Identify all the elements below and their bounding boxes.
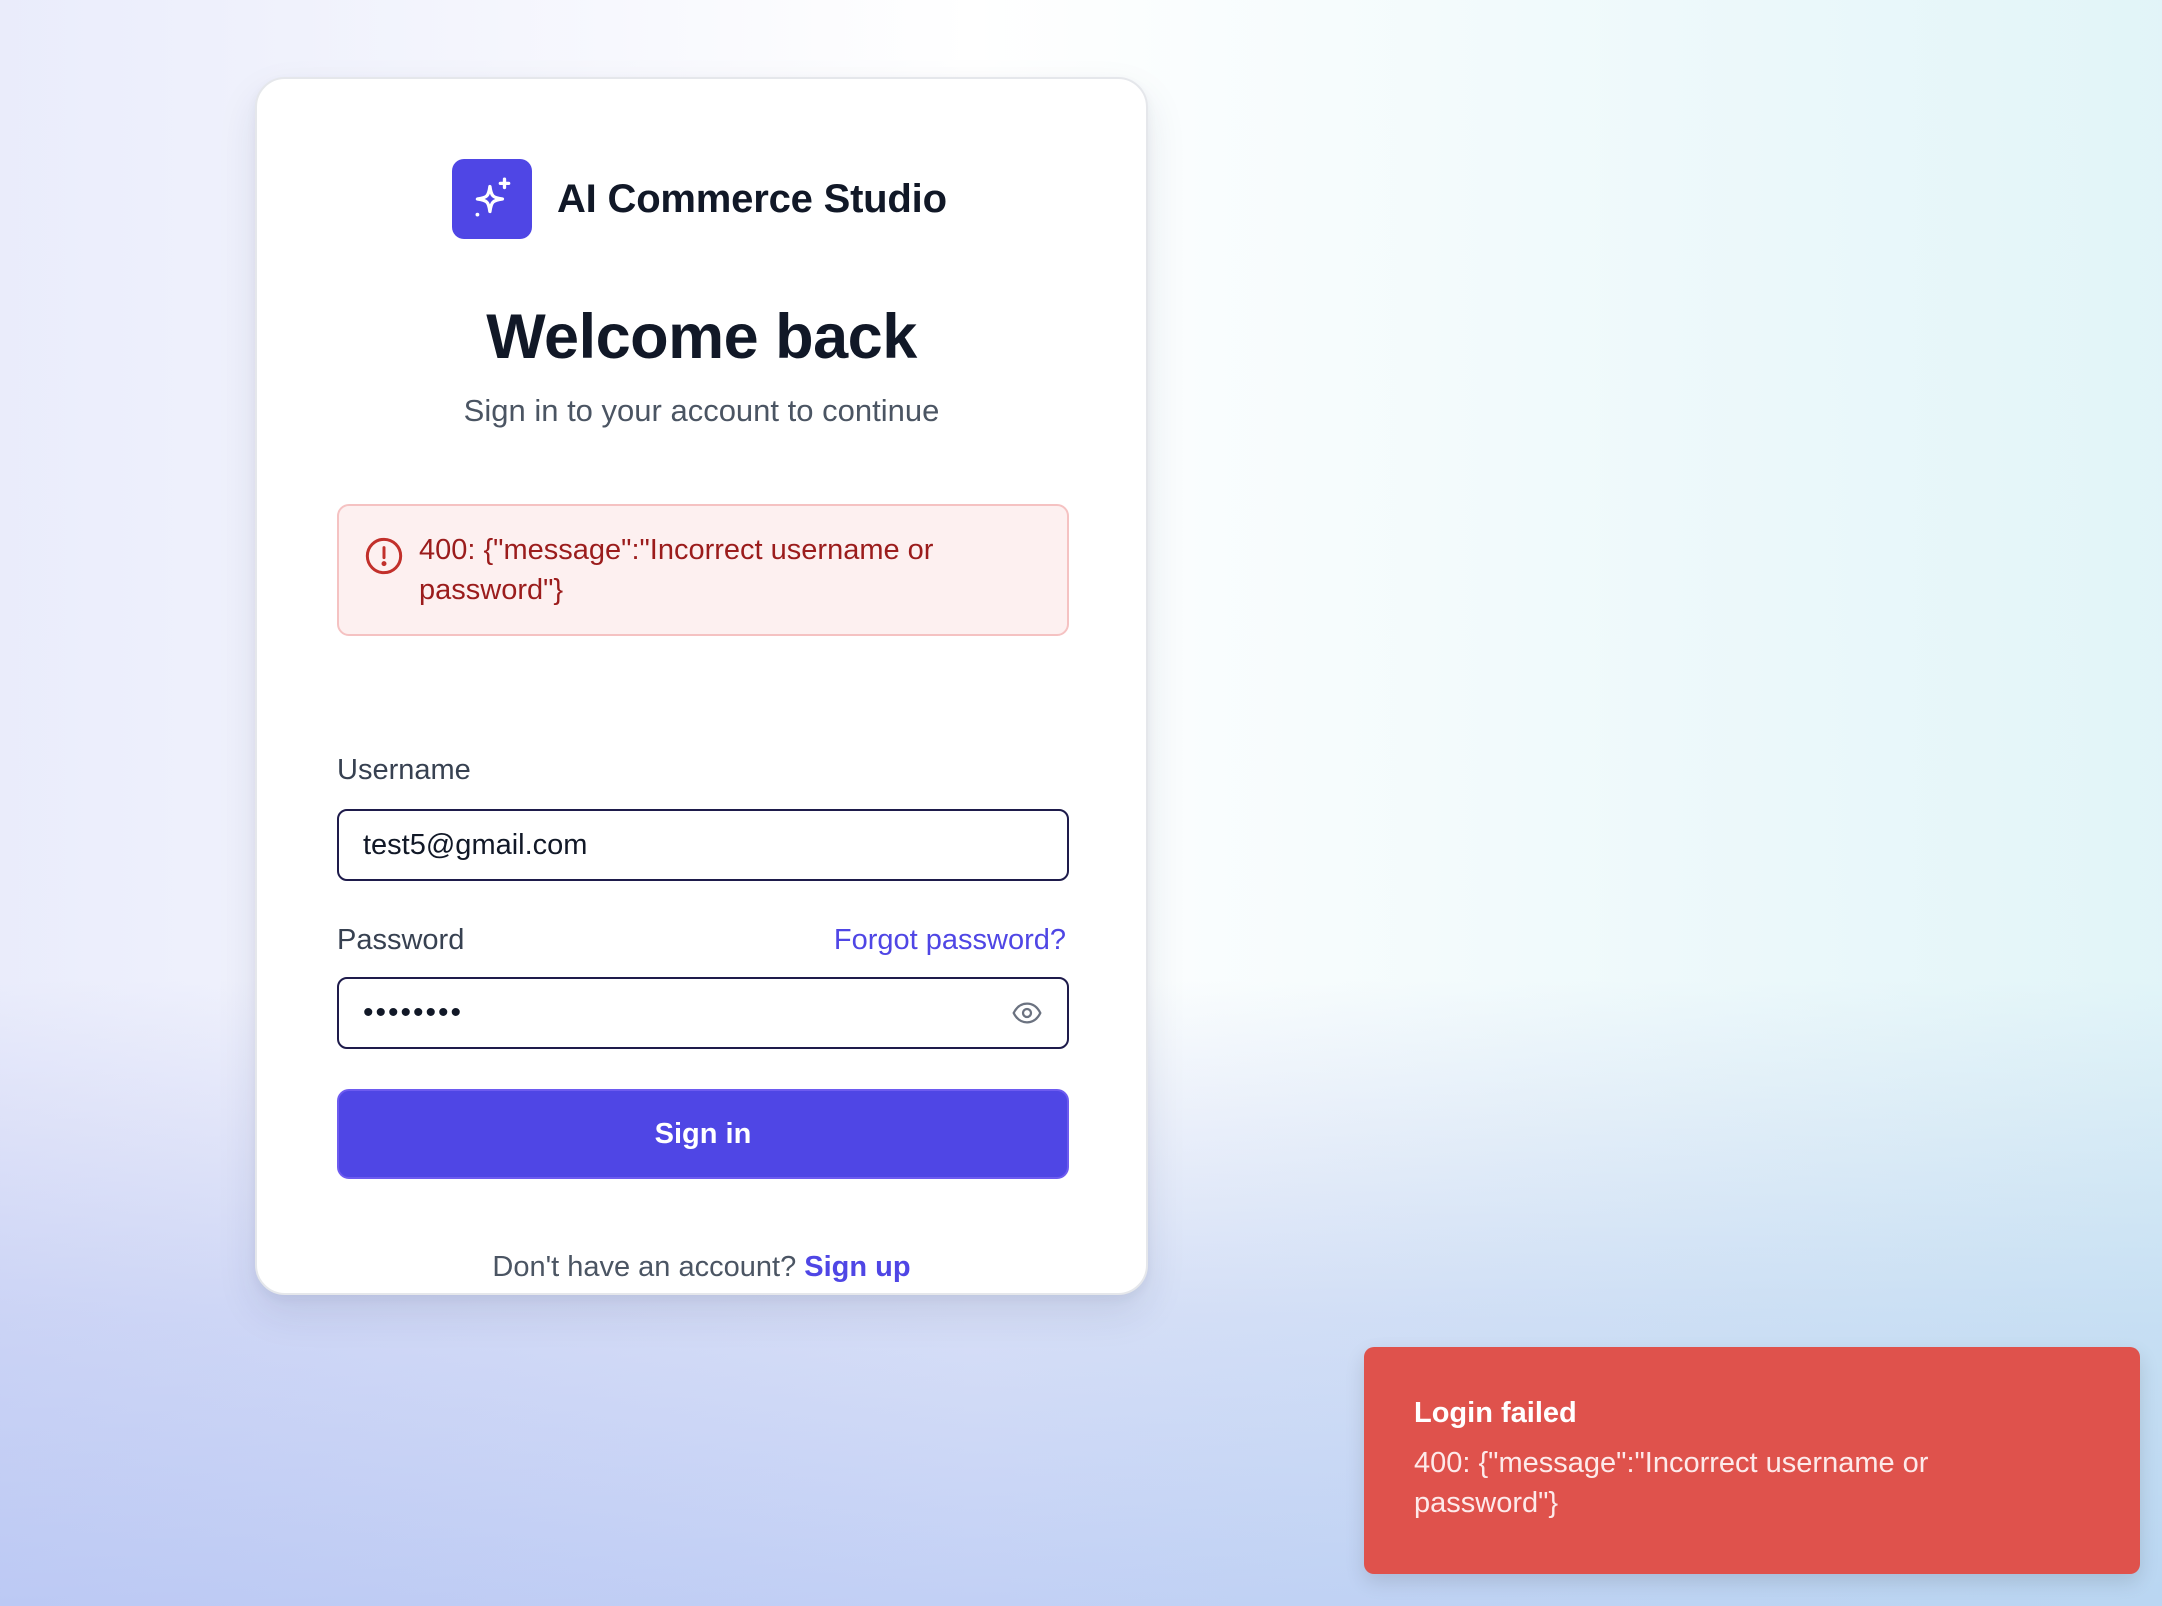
error-toast[interactable]: Login failed 400: {"message":"Incorrect … — [1364, 1347, 2140, 1574]
login-card: AI Commerce Studio Welcome back Sign in … — [255, 77, 1148, 1295]
username-value: test5@gmail.com — [363, 829, 588, 861]
error-alert-message: 400: {"message":"Incorrect username or p… — [419, 534, 934, 606]
password-label: Password — [337, 924, 465, 956]
username-field[interactable]: test5@gmail.com — [337, 809, 1069, 881]
page-subtitle: Sign in to your account to continue — [463, 393, 940, 428]
alert-circle-icon — [364, 536, 404, 576]
signup-row: Don't have an account? Sign up — [257, 1251, 1146, 1284]
toast-title: Login failed — [1414, 1397, 1577, 1429]
signup-link[interactable]: Sign up — [804, 1251, 910, 1283]
username-label: Username — [337, 754, 471, 786]
password-value: •••••••• — [363, 996, 464, 1029]
password-field[interactable]: •••••••• — [337, 977, 1069, 1049]
brand-name: AI Commerce Studio — [557, 176, 947, 221]
signup-prompt: Don't have an account? — [492, 1251, 797, 1283]
toast-message: 400: {"message":"Incorrect username or p… — [1414, 1447, 1929, 1519]
error-alert: 400: {"message":"Incorrect username or p… — [337, 504, 1069, 636]
brand-header: AI Commerce Studio — [452, 159, 947, 239]
sparkle-icon — [452, 159, 532, 239]
forgot-password-link[interactable]: Forgot password? — [834, 924, 1066, 957]
eye-icon[interactable] — [1009, 997, 1045, 1029]
page-title: Welcome back — [486, 302, 917, 372]
sign-in-button[interactable]: Sign in — [337, 1089, 1069, 1179]
